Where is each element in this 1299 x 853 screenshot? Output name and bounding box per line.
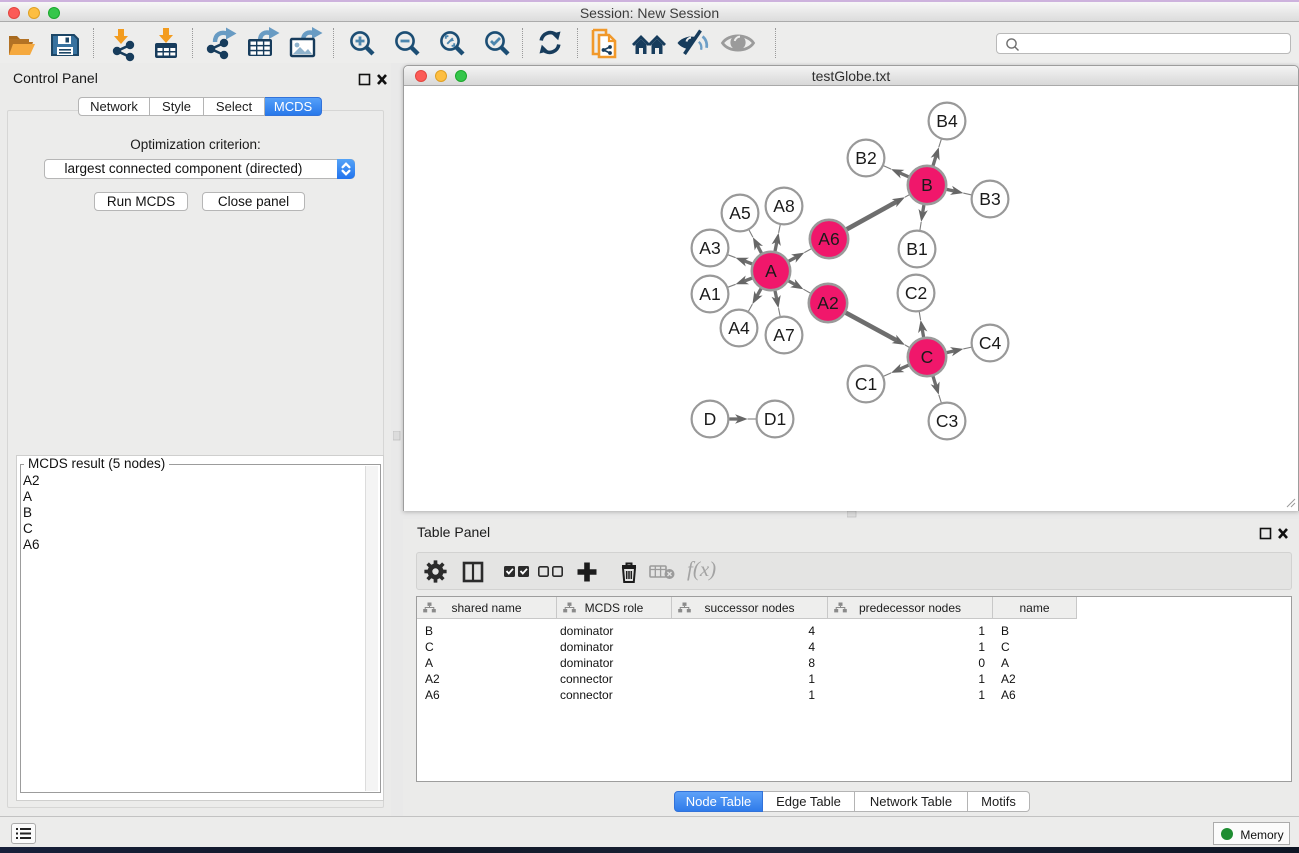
svg-text:B2: B2 bbox=[855, 148, 876, 168]
svg-text:A: A bbox=[765, 261, 777, 281]
svg-text:A3: A3 bbox=[699, 238, 720, 258]
svg-text:C4: C4 bbox=[979, 333, 1002, 353]
svg-text:A5: A5 bbox=[729, 203, 750, 223]
svg-text:B1: B1 bbox=[906, 239, 927, 259]
svg-text:D1: D1 bbox=[764, 409, 786, 429]
svg-text:A4: A4 bbox=[728, 318, 750, 338]
svg-text:C3: C3 bbox=[936, 411, 958, 431]
svg-text:A8: A8 bbox=[773, 196, 794, 216]
svg-text:A2: A2 bbox=[817, 293, 838, 313]
svg-text:C: C bbox=[921, 347, 934, 367]
svg-text:A1: A1 bbox=[699, 284, 720, 304]
svg-text:B4: B4 bbox=[936, 111, 958, 131]
svg-text:A6: A6 bbox=[818, 229, 839, 249]
svg-text:B3: B3 bbox=[979, 189, 1000, 209]
svg-text:D: D bbox=[704, 409, 717, 429]
svg-text:C2: C2 bbox=[905, 283, 927, 303]
svg-text:B: B bbox=[921, 175, 933, 195]
svg-text:A7: A7 bbox=[773, 325, 794, 345]
svg-text:C1: C1 bbox=[855, 374, 877, 394]
